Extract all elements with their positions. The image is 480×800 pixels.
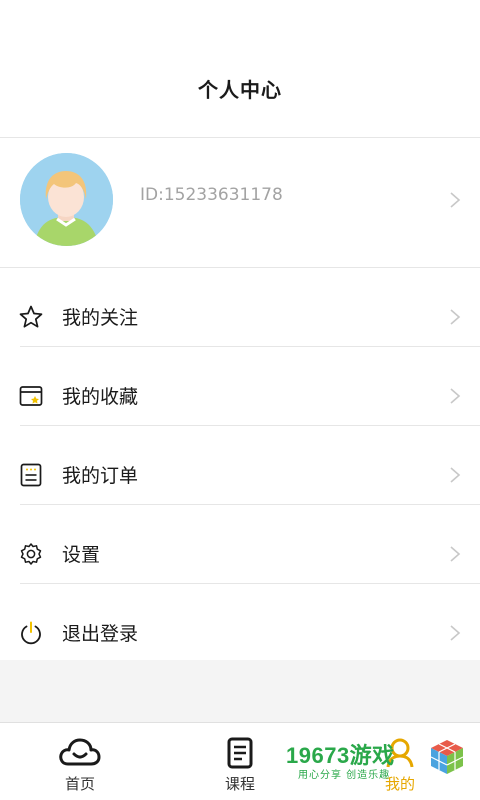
user-avatar[interactable] (20, 153, 113, 246)
course-doc-icon (227, 737, 253, 769)
cube-logo-icon (430, 740, 464, 774)
menu-item-label: 我的收藏 (62, 386, 139, 408)
avatar-illustration (20, 153, 113, 246)
empty-spacer (0, 660, 480, 722)
home-cloud-icon (59, 738, 101, 766)
chevron-right-icon (450, 309, 461, 325)
menu-list: 我的关注 我的收藏 我的订单 设置 退出登录 (0, 268, 480, 663)
menu-item-label: 我的订单 (62, 465, 139, 487)
menu-item-favorites[interactable]: 我的收藏 (0, 347, 480, 426)
chevron-right-icon (450, 625, 461, 641)
user-id-text: ID:15233631178 (140, 185, 283, 205)
page-header: 个人中心 (0, 0, 480, 138)
menu-item-label: 设置 (62, 544, 101, 566)
power-icon (21, 621, 41, 645)
page-title: 个人中心 (198, 78, 282, 102)
chevron-right-icon (450, 192, 461, 208)
menu-item-follow[interactable]: 我的关注 (0, 268, 480, 347)
tab-home[interactable]: 首页 (0, 723, 160, 800)
menu-item-logout[interactable]: 退出登录 (0, 584, 480, 663)
gear-icon (20, 543, 42, 565)
order-list-icon (20, 463, 42, 487)
chevron-right-icon (450, 546, 461, 562)
favorites-folder-icon (19, 386, 43, 406)
tab-label: 首页 (64, 775, 95, 793)
site-watermark: 19673游戏 用心分享 创造乐趣 (284, 736, 480, 796)
chevron-right-icon (450, 388, 461, 404)
star-icon (19, 305, 43, 328)
menu-item-label: 退出登录 (62, 623, 139, 645)
menu-item-orders[interactable]: 我的订单 (0, 426, 480, 505)
watermark-subtitle: 用心分享 创造乐趣 (298, 770, 391, 781)
menu-item-settings[interactable]: 设置 (0, 505, 480, 584)
chevron-right-icon (450, 467, 461, 483)
menu-item-label: 我的关注 (62, 307, 139, 329)
profile-card[interactable]: ID:15233631178 (0, 138, 480, 268)
